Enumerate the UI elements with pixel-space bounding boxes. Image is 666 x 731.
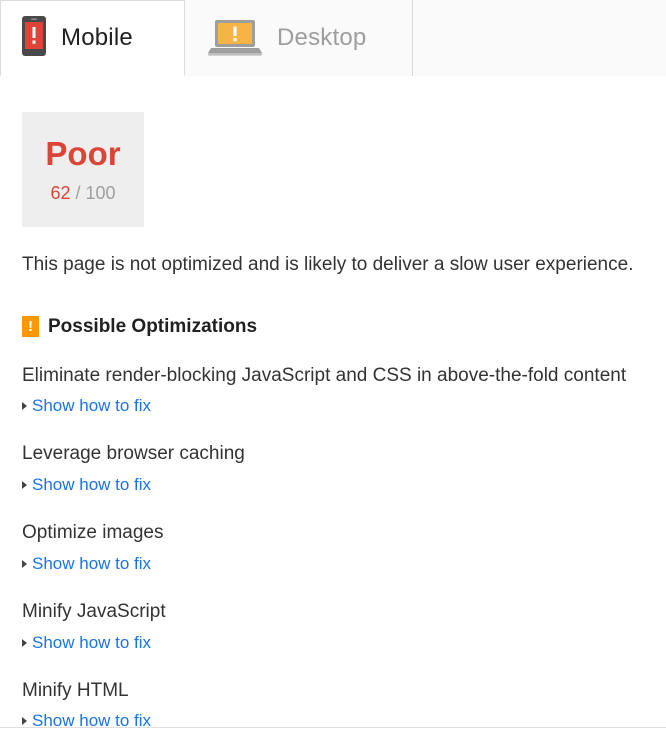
chevron-right-icon xyxy=(22,717,27,726)
show-how-to-fix-toggle[interactable]: Show how to fix xyxy=(22,554,151,574)
chevron-right-icon xyxy=(22,402,27,411)
summary-text: This page is not optimized and is likely… xyxy=(22,254,634,275)
chevron-right-icon xyxy=(22,559,27,568)
desktop-warning-icon xyxy=(207,15,263,62)
warning-badge-icon: ! xyxy=(22,316,39,338)
tab-mobile-label: Mobile xyxy=(61,24,133,51)
rule-title: Eliminate render-blocking JavaScript and… xyxy=(22,364,627,386)
show-how-to-fix-label: Show how to fix xyxy=(32,475,152,495)
section-header-optimizations: ! Possible Optimizations xyxy=(22,316,644,338)
chevron-right-icon xyxy=(22,481,27,490)
score-card: Poor 62 / 100 xyxy=(22,112,144,227)
mobile-warning-icon xyxy=(21,15,47,62)
score-numeric: 62 / 100 xyxy=(50,184,115,202)
rule-item: Leverage browser caching Show how to fix xyxy=(22,442,644,495)
show-how-to-fix-label: Show how to fix xyxy=(32,396,152,416)
score-total: / 100 xyxy=(75,183,116,203)
score-value: 62 xyxy=(50,183,71,203)
rule-item: Minify JavaScript Show how to fix xyxy=(22,600,644,653)
rule-item: Optimize images Show how to fix xyxy=(22,521,644,574)
tab-desktop[interactable]: Desktop xyxy=(185,0,413,76)
tab-strip-filler xyxy=(413,0,666,76)
show-how-to-fix-toggle[interactable]: Show how to fix xyxy=(22,475,151,495)
chevron-right-icon xyxy=(22,638,27,647)
show-how-to-fix-label: Show how to fix xyxy=(32,553,152,573)
rule-title: Minify HTML xyxy=(22,679,129,701)
rule-item: Minify HTML Show how to fix xyxy=(22,679,644,731)
show-how-to-fix-label: Show how to fix xyxy=(32,711,152,731)
tab-mobile[interactable]: Mobile xyxy=(0,0,185,76)
rule-title: Minify JavaScript xyxy=(22,600,166,622)
rule-title: Optimize images xyxy=(22,522,164,544)
section-title: Possible Optimizations xyxy=(48,315,258,337)
tab-desktop-label: Desktop xyxy=(277,24,367,51)
show-how-to-fix-toggle[interactable]: Show how to fix xyxy=(22,633,151,653)
rule-item: Eliminate render-blocking JavaScript and… xyxy=(22,364,644,417)
results-content: Poor 62 / 100 This page is not optimized… xyxy=(0,112,666,731)
show-how-to-fix-toggle[interactable]: Show how to fix xyxy=(22,711,151,731)
rule-title: Leverage browser caching xyxy=(22,443,245,465)
show-how-to-fix-label: Show how to fix xyxy=(32,632,152,652)
show-how-to-fix-toggle[interactable]: Show how to fix xyxy=(22,396,151,416)
score-rating: Poor xyxy=(45,135,121,172)
tab-strip: Mobile Desktop xyxy=(0,0,666,76)
